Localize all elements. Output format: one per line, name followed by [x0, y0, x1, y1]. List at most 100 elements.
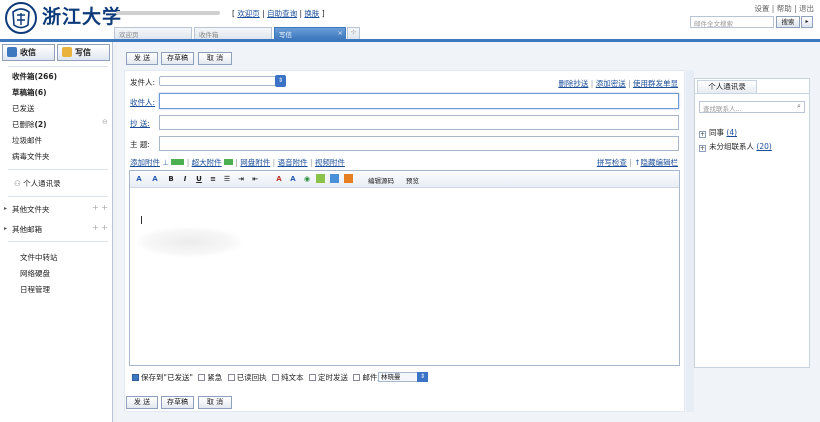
- group-ungrouped-count[interactable]: (20): [756, 142, 771, 151]
- expand-plus-icon[interactable]: +: [699, 145, 706, 152]
- person-icon: ⚇: [14, 179, 24, 188]
- checkbox-icon: [308, 374, 316, 381]
- emoji-icon[interactable]: [344, 174, 353, 183]
- receive-button[interactable]: 收信: [2, 44, 55, 61]
- bold-icon[interactable]: B: [166, 174, 176, 184]
- group-send-link[interactable]: 使用群发单显: [633, 79, 678, 88]
- sidebar-item-sent[interactable]: 已发送: [12, 103, 35, 114]
- tab-contacts[interactable]: 个人通讯录: [697, 80, 757, 93]
- image-icon[interactable]: [316, 174, 325, 183]
- sidebar-item-drafts[interactable]: 草稿箱(6): [12, 87, 47, 98]
- self-service-link[interactable]: 自助查询: [267, 9, 297, 18]
- preview-button[interactable]: 预览: [406, 175, 419, 185]
- sidebar-item-file-transfer[interactable]: 文件中转站: [20, 252, 58, 263]
- font-family-icon[interactable]: A: [134, 174, 144, 184]
- outdent-icon[interactable]: ⇤: [250, 174, 260, 184]
- highlight-icon[interactable]: A: [288, 174, 298, 184]
- sender-dropdown-arrow-icon[interactable]: ⇕: [275, 75, 286, 87]
- sidebar-item-contacts[interactable]: ⚇ 个人通讯录: [14, 178, 61, 189]
- add-attachment-link[interactable]: 添加附件: [130, 158, 160, 167]
- tab-inbox[interactable]: 收件箱: [194, 27, 272, 39]
- compose-button[interactable]: 写信: [57, 44, 110, 61]
- add-mailbox-icon[interactable]: + +: [92, 223, 108, 232]
- plain-text-checkbox[interactable]: 纯文本: [272, 373, 304, 382]
- sidebar-item-network-disk[interactable]: 网络硬盘: [20, 268, 50, 279]
- subject-label: 主 题:: [130, 140, 150, 149]
- italic-icon[interactable]: I: [180, 174, 190, 184]
- logout-link[interactable]: 退出: [799, 4, 814, 13]
- attachment-links: 添加附件 ⊥ | 超大附件 | 网盘附件 | 语音附件 | 视频附件: [130, 158, 345, 167]
- send-button[interactable]: 发 送: [126, 52, 158, 65]
- mail-search-input[interactable]: 邮件全文搜索: [690, 16, 774, 28]
- contacts-splitter[interactable]: [686, 70, 694, 412]
- cc-field[interactable]: [159, 115, 679, 130]
- large-attachment-link[interactable]: 超大附件: [192, 158, 222, 167]
- edit-source-button[interactable]: 编辑源码: [368, 175, 394, 185]
- sidebar-item-calendar[interactable]: 日程管理: [20, 284, 50, 295]
- sidebar-item-other-mailboxes[interactable]: 其他邮箱: [12, 224, 42, 235]
- cc-label[interactable]: 抄 送:: [130, 118, 150, 129]
- tab-compose[interactable]: 写信 ×: [274, 27, 346, 39]
- empty-trash-icon[interactable]: ⊖: [102, 118, 108, 126]
- help-link[interactable]: 帮助: [777, 4, 792, 13]
- contact-group-ungrouped[interactable]: + 未分组联系人 (20): [699, 141, 772, 152]
- contacts-panel: 个人通讯录 查找联系人... ⌕ + 同事 (4) + 未分组联系人 (20): [694, 78, 810, 368]
- change-skin-link[interactable]: 换肤: [304, 9, 319, 18]
- underline-icon[interactable]: U: [194, 174, 204, 184]
- list-icon[interactable]: ☰: [222, 174, 232, 184]
- sidebar-item-spam[interactable]: 垃圾邮件: [12, 135, 42, 146]
- sidebar-item-inbox[interactable]: 收件箱(266): [12, 71, 57, 82]
- settings-link[interactable]: 设置: [754, 4, 769, 13]
- scheduled-send-checkbox[interactable]: 定时发送: [308, 373, 348, 382]
- search-options-arrow-icon[interactable]: ▸: [801, 16, 813, 28]
- close-tab-icon[interactable]: ×: [338, 29, 343, 37]
- expand-arrow-icon[interactable]: ▸: [4, 225, 7, 232]
- cancel-button[interactable]: 取 消: [198, 396, 232, 409]
- contact-search-input[interactable]: 查找联系人...: [699, 101, 805, 113]
- tab-welcome[interactable]: 欢迎页: [114, 27, 192, 39]
- contact-group-colleagues[interactable]: + 同事 (4): [699, 127, 737, 138]
- remove-cc-link[interactable]: 删除抄送: [558, 79, 588, 88]
- group-colleagues-count[interactable]: (4): [726, 128, 737, 137]
- welcome-link[interactable]: 欢迎页: [237, 9, 260, 18]
- add-folder-icon[interactable]: + +: [92, 203, 108, 212]
- search-button[interactable]: 搜索: [776, 16, 800, 28]
- send-button[interactable]: 发 送: [126, 396, 158, 409]
- font-color-icon[interactable]: A: [274, 174, 284, 184]
- indent-icon[interactable]: ⇥: [236, 174, 246, 184]
- expand-arrow-icon[interactable]: ▸: [4, 205, 7, 212]
- group-ungrouped-label: 未分组联系人: [709, 142, 754, 151]
- search-icon[interactable]: ⌕: [797, 102, 801, 111]
- add-bcc-link[interactable]: 添加密送: [596, 79, 626, 88]
- read-receipt-checkbox[interactable]: 已读回执: [227, 373, 267, 382]
- sidebar-item-virus[interactable]: 病毒文件夹: [12, 151, 50, 162]
- save-draft-button[interactable]: 存草稿: [161, 52, 194, 65]
- signature-dropdown-arrow-icon[interactable]: ⇕: [417, 372, 428, 382]
- to-label[interactable]: 收件人:: [130, 97, 155, 108]
- checkbox-checked-icon: [132, 374, 139, 381]
- sidebar-item-other-folders[interactable]: 其他文件夹: [12, 204, 50, 215]
- text-caret: [141, 216, 142, 224]
- editor-toolbar: A A B I U ≡ ☰ ⇥ ⇤ A A ◉ 编辑源码 预览: [130, 171, 679, 188]
- sender-select[interactable]: [159, 76, 285, 86]
- to-field[interactable]: [159, 93, 679, 109]
- subject-field[interactable]: [159, 136, 679, 151]
- sidebar-item-trash[interactable]: 已删除(2): [12, 119, 47, 130]
- body-editor[interactable]: A A B I U ≡ ☰ ⇥ ⇤ A A ◉ 编辑源码 预览: [129, 170, 680, 366]
- video-attachment-link[interactable]: 视频附件: [315, 158, 345, 167]
- voice-attachment-link[interactable]: 语音附件: [278, 158, 308, 167]
- link-icon[interactable]: ◉: [302, 174, 312, 184]
- align-icon[interactable]: ≡: [208, 174, 218, 184]
- table-icon[interactable]: [330, 174, 339, 183]
- expand-plus-icon[interactable]: +: [699, 131, 706, 138]
- font-size-icon[interactable]: A: [150, 174, 160, 184]
- cancel-button[interactable]: 取 消: [198, 52, 232, 65]
- disk-attachment-link[interactable]: 网盘附件: [240, 158, 270, 167]
- spell-check-link[interactable]: 拼写检查: [597, 158, 627, 167]
- attach-dropdown-icon[interactable]: ⊥: [162, 158, 171, 167]
- hide-editor-bar-link[interactable]: 隐藏编辑栏: [641, 158, 679, 167]
- new-tab-icon[interactable]: ⊹: [347, 27, 360, 39]
- urgent-checkbox[interactable]: 紧急: [198, 373, 222, 382]
- save-draft-button[interactable]: 存草稿: [161, 396, 194, 409]
- save-to-sent-checkbox[interactable]: 保存到"已发送": [132, 373, 193, 382]
